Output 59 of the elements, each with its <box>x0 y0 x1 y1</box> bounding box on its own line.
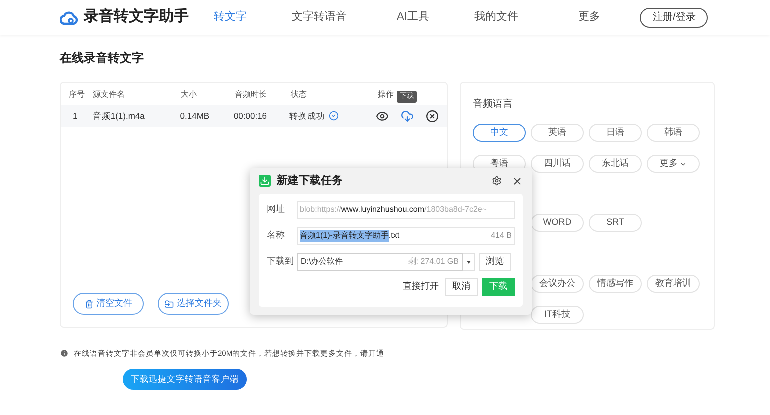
nav-link[interactable]: 更多 <box>578 9 600 26</box>
chevron-down-icon <box>680 160 687 168</box>
filename-field[interactable]: 音频1(1)-录音转文字助手.txt 414 B <box>297 227 515 245</box>
settings-icon[interactable] <box>492 176 502 186</box>
delete-icon[interactable] <box>426 110 439 122</box>
dialog-button[interactable]: 取消 <box>445 278 478 296</box>
table-cell-text: 00:00:16 <box>234 110 268 122</box>
tag-chip[interactable]: 情感写作 <box>589 275 642 293</box>
view-icon[interactable] <box>376 110 389 122</box>
column-header: 源文件名 <box>93 90 125 99</box>
table-cell-text: 1 <box>72 110 79 122</box>
tag-chip[interactable]: 英语 <box>531 124 584 142</box>
folder-icon <box>165 300 174 308</box>
column-header: 序号 <box>69 90 85 99</box>
table-cell-text: 音频1(1).m4a <box>92 110 146 122</box>
tag-chip[interactable]: SRT <box>589 214 642 232</box>
dialog-button[interactable]: 直接打开 <box>401 278 441 296</box>
page-title: 在线录音转文字 <box>60 50 144 67</box>
dialog-title: 新建下载任务 <box>277 174 343 189</box>
download-app-icon <box>259 175 271 187</box>
logo-text: 录音转文字助手 <box>84 7 190 28</box>
action-button[interactable]: 选择文件夹 <box>158 293 229 315</box>
column-header: 大小 <box>181 90 197 99</box>
nav-link[interactable]: 转文字 <box>214 9 247 26</box>
info-icon <box>60 349 69 358</box>
tag-chip[interactable]: 韩语 <box>647 124 700 142</box>
tag-chip[interactable]: 四川话 <box>531 155 584 173</box>
folder-field[interactable]: D:\办公软件 剩: 274.01 GB <box>297 253 463 271</box>
tag-chip[interactable]: 日语 <box>589 124 642 142</box>
section-title: 音频语言 <box>473 98 513 112</box>
tag-chip[interactable]: 中文 <box>473 124 526 142</box>
tag-chip[interactable]: 教育培训 <box>647 275 700 293</box>
nav-link[interactable]: 文字转语音 <box>292 9 347 26</box>
field-label: 下载到 <box>267 255 295 268</box>
tag-chip[interactable]: 更多 <box>647 155 700 173</box>
table-cell: 转换成功 <box>290 110 326 122</box>
download-icon[interactable] <box>400 110 414 122</box>
browse-button[interactable]: 浏览 <box>479 253 511 271</box>
close-icon[interactable] <box>512 176 523 186</box>
column-header: 状态 <box>291 90 307 99</box>
trash-icon <box>84 300 94 308</box>
field-label: 名称 <box>267 229 286 242</box>
tag-chip[interactable]: 会议办公 <box>531 275 584 293</box>
column-header: 操作 <box>378 90 394 99</box>
cloud-logo-icon <box>60 10 78 24</box>
tag-chip[interactable]: IT科技 <box>531 306 584 324</box>
field-label: 网址 <box>267 203 286 216</box>
column-header: 音频时长 <box>235 90 267 99</box>
nav-link[interactable]: AI工具 <box>397 9 430 26</box>
url-field[interactable]: blob:https://www.luyinzhushou.com/1803ba8d-7c2e~ <box>297 201 515 219</box>
tag-chip[interactable]: 东北话 <box>589 155 642 173</box>
table-cell-text: 0.14MB <box>180 110 211 122</box>
tag-chip[interactable]: WORD <box>531 214 584 232</box>
dropdown-button[interactable] <box>463 253 475 271</box>
success-icon <box>328 111 339 121</box>
dropdown-arrow-icon <box>466 260 470 264</box>
login-button[interactable]: 注册/登录 <box>640 8 708 28</box>
action-button[interactable]: 清空文件 <box>73 293 144 315</box>
nav-link[interactable]: 我的文件 <box>474 9 518 26</box>
